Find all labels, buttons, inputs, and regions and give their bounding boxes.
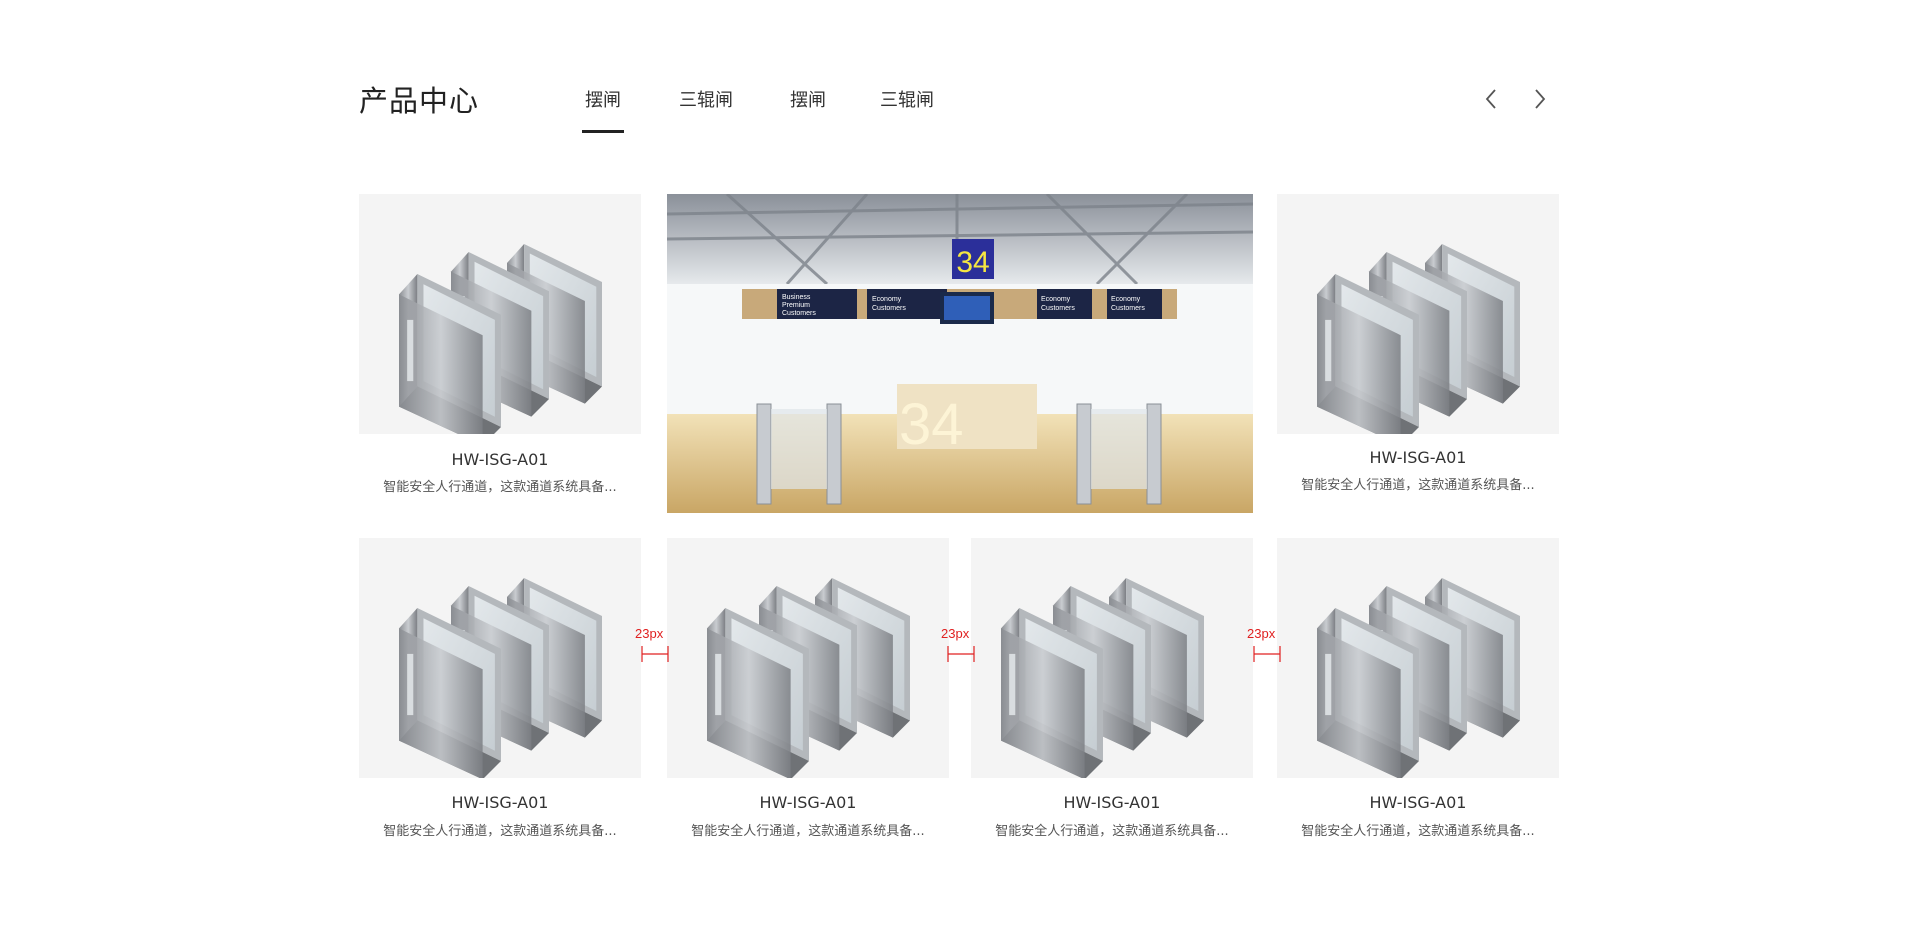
gap-measure-icon	[947, 646, 975, 662]
product-description: 智能安全人行通道，这款通道系统具备...	[1301, 478, 1535, 493]
product-title: HW-ISG-A01	[1369, 448, 1467, 467]
product-card[interactable]: HW-ISG-A01 智能安全人行通道，这款通道系统具备...	[359, 538, 641, 839]
gap-annotation: 23px	[635, 626, 669, 666]
section-title: 产品中心	[359, 84, 480, 118]
gap-label: 23px	[635, 626, 664, 641]
chevron-left-icon	[1485, 89, 1496, 109]
gap-measure-icon	[1253, 646, 1281, 662]
gate-number: 34	[956, 246, 989, 279]
desk-number: 34	[899, 392, 964, 457]
product-image	[1277, 194, 1559, 434]
gap-annotation: 23px	[1247, 626, 1281, 666]
sign-text: Customers	[782, 310, 816, 317]
tab-swing-gate-2[interactable]: 摆闸	[790, 86, 826, 112]
product-card[interactable]: HW-ISG-A01 智能安全人行通道，这款通道系统具备...	[1277, 538, 1559, 839]
sign-text: Business	[782, 294, 811, 301]
gap-label: 23px	[941, 626, 970, 641]
product-image	[359, 538, 641, 778]
sign-text: Customers	[1111, 305, 1145, 312]
product-card[interactable]: HW-ISG-A01 智能安全人行通道，这款通道系统具备...	[359, 194, 641, 495]
product-image	[1277, 538, 1559, 778]
tab-tripod-turnstile[interactable]: 三辊闸	[679, 86, 733, 112]
product-title: HW-ISG-A01	[1063, 793, 1161, 812]
product-title: HW-ISG-A01	[759, 793, 857, 812]
product-description: 智能安全人行通道，这款通道系统具备...	[1301, 824, 1535, 839]
sign-text: Customers	[1041, 305, 1075, 312]
tab-tripod-turnstile-2[interactable]: 三辊闸	[880, 86, 934, 112]
featured-product-image[interactable]: Business Premium Customers Economy Custo…	[667, 194, 1253, 513]
sign-text: Premium	[782, 302, 810, 309]
sign-text: Economy	[872, 296, 902, 303]
next-button[interactable]	[1525, 84, 1555, 114]
prev-button[interactable]	[1476, 84, 1506, 114]
product-image	[359, 194, 641, 434]
product-image	[971, 538, 1253, 778]
sign-text: Economy	[1111, 296, 1141, 303]
tab-swing-gate[interactable]: 摆闸	[582, 86, 624, 133]
gap-label: 23px	[1247, 626, 1276, 641]
product-title: HW-ISG-A01	[451, 450, 549, 469]
product-card[interactable]: HW-ISG-A01 智能安全人行通道，这款通道系统具备...	[971, 538, 1253, 839]
product-card[interactable]: HW-ISG-A01 智能安全人行通道，这款通道系统具备...	[667, 538, 949, 839]
product-description: 智能安全人行通道，这款通道系统具备...	[691, 824, 925, 839]
sign-text: Customers	[872, 305, 906, 312]
chevron-right-icon	[1535, 89, 1546, 109]
product-description: 智能安全人行通道，这款通道系统具备...	[383, 480, 617, 495]
sign-text: Economy	[1041, 296, 1071, 303]
product-description: 智能安全人行通道，这款通道系统具备...	[383, 824, 617, 839]
product-description: 智能安全人行通道，这款通道系统具备...	[995, 824, 1229, 839]
product-title: HW-ISG-A01	[1369, 793, 1467, 812]
product-card[interactable]: HW-ISG-A01 智能安全人行通道，这款通道系统具备...	[1277, 194, 1559, 493]
product-title: HW-ISG-A01	[451, 793, 549, 812]
product-image	[667, 538, 949, 778]
gap-measure-icon	[641, 646, 669, 662]
gap-annotation: 23px	[941, 626, 975, 666]
